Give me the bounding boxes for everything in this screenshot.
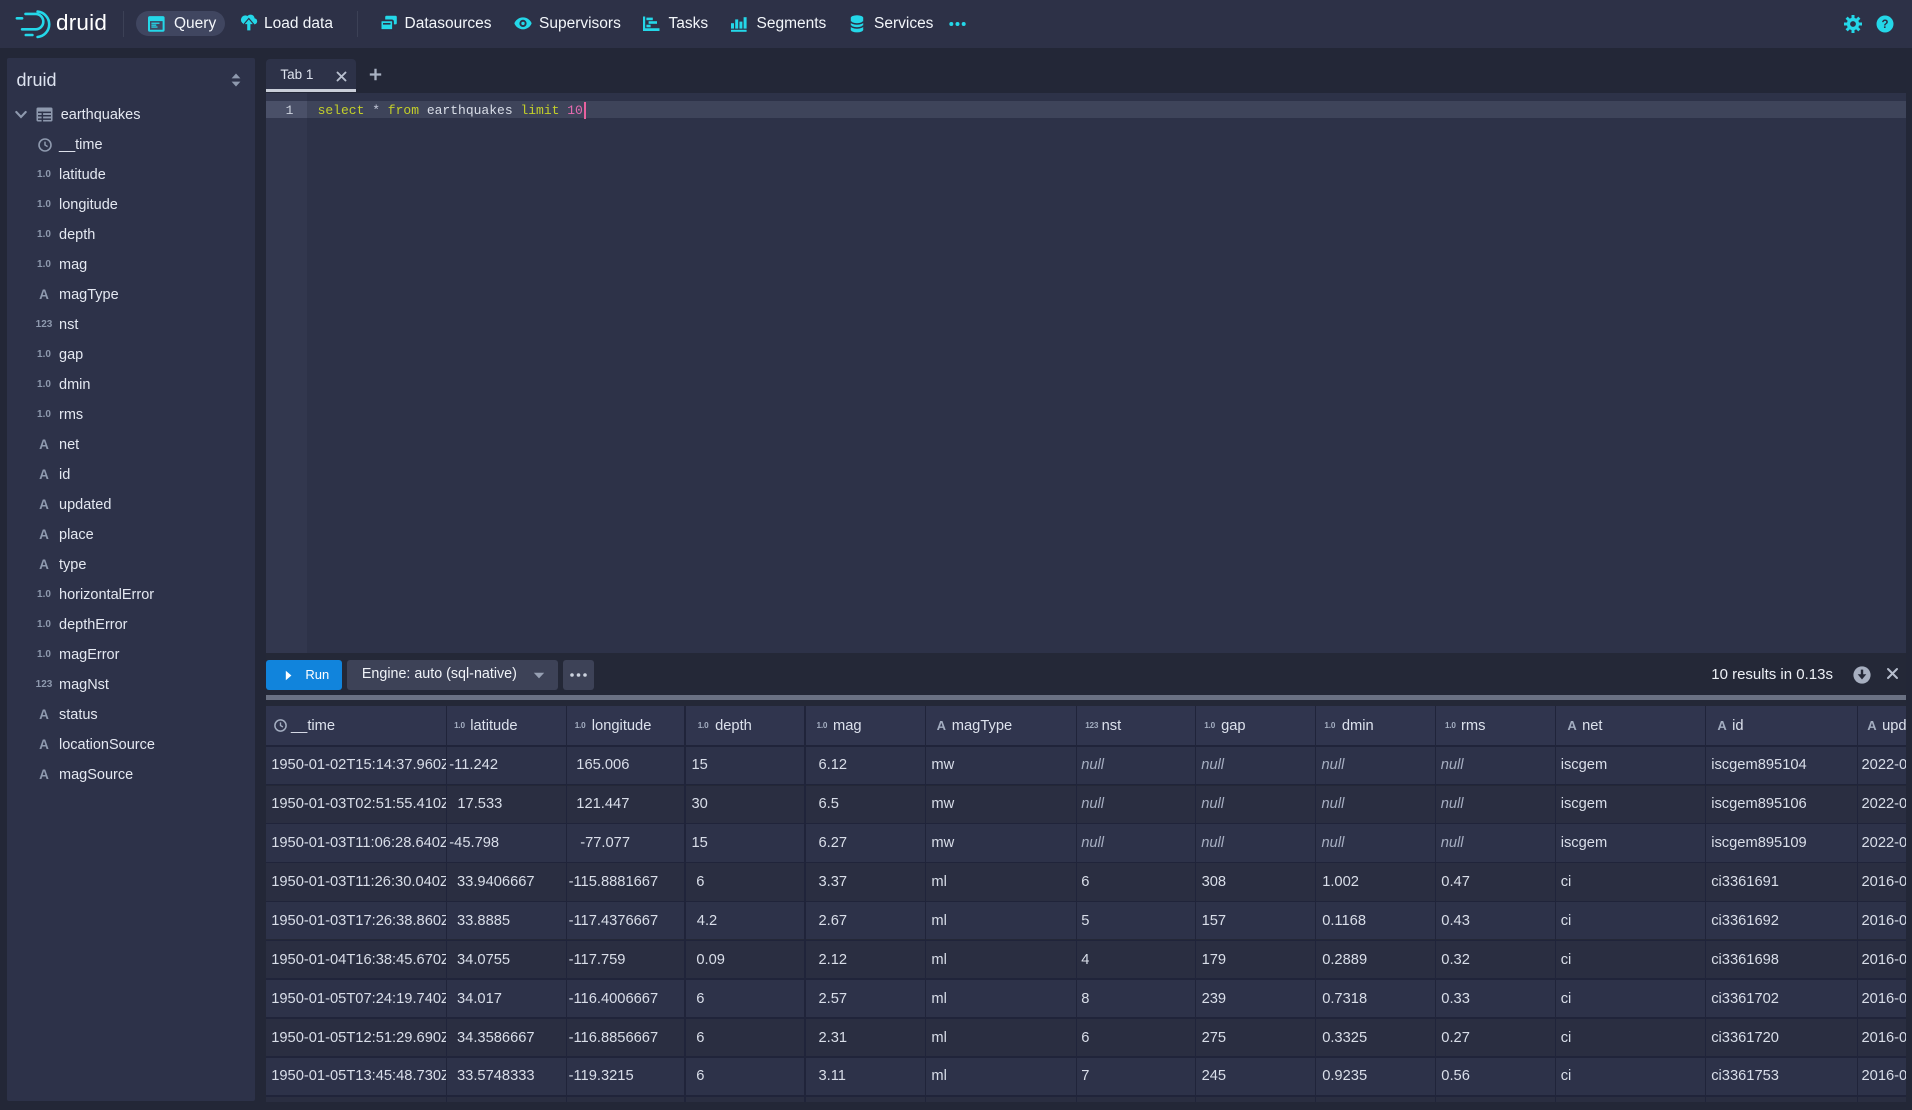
svg-text:?: ? (1881, 19, 1888, 31)
